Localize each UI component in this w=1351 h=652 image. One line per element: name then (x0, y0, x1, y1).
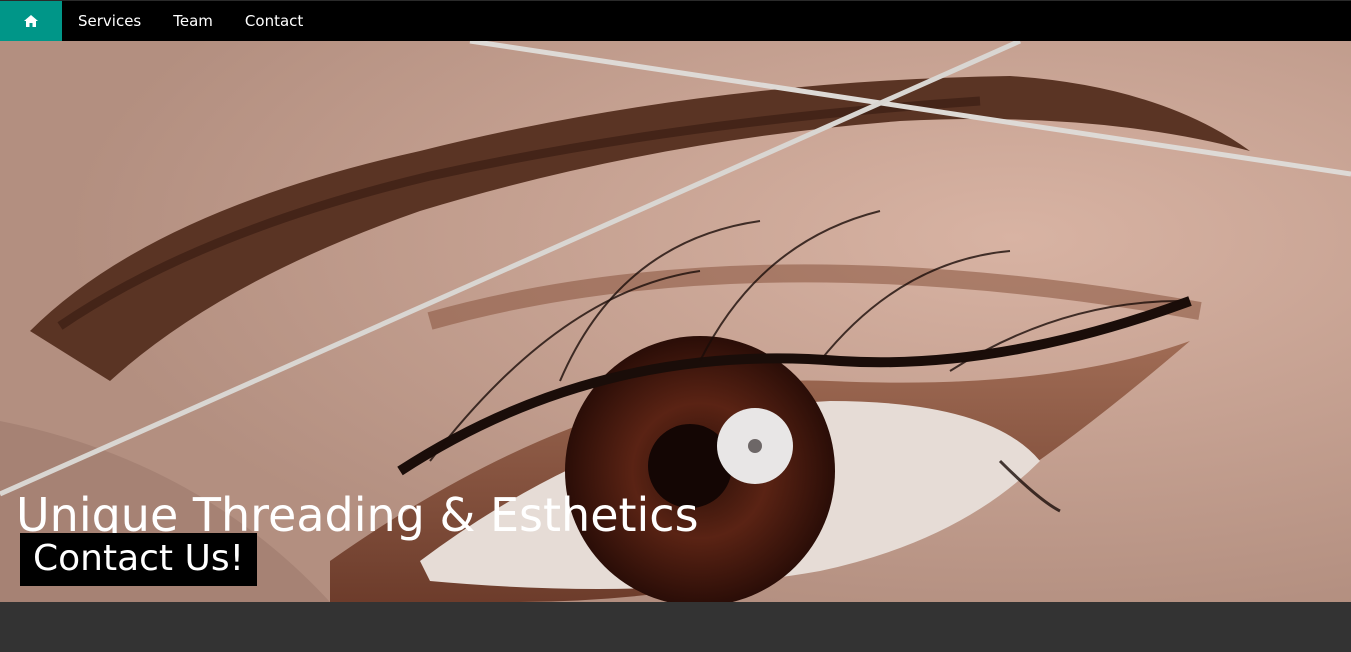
nav-contact[interactable]: Contact (229, 1, 319, 41)
nav-services[interactable]: Services (62, 1, 157, 41)
home-icon (24, 15, 38, 27)
top-navbar: Services Team Contact (0, 0, 1351, 41)
nav-team[interactable]: Team (157, 1, 229, 41)
contact-us-button[interactable]: Contact Us! (20, 533, 257, 586)
home-button[interactable] (0, 1, 62, 41)
hero-section: Unique Threading & Esthetics Contact Us! (0, 41, 1351, 602)
footer-band (0, 602, 1351, 652)
